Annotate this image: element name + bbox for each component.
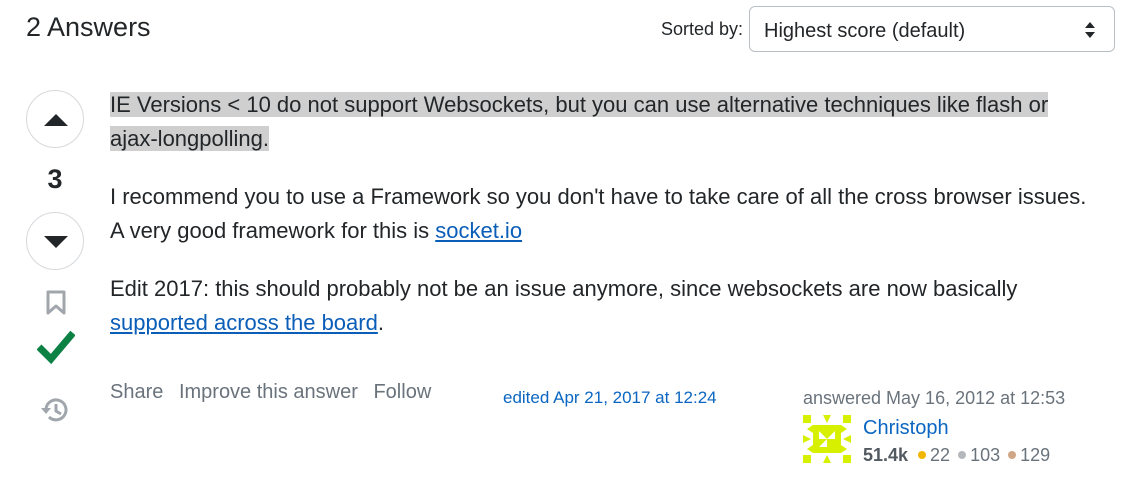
history-icon[interactable] xyxy=(40,395,70,425)
answer-paragraph-3-text: Edit 2017: this should probably not be a… xyxy=(110,276,1018,301)
improve-answer-link[interactable]: Improve this answer xyxy=(179,381,358,403)
answer-paragraph-1: IE Versions < 10 do not support Websocke… xyxy=(110,92,1049,151)
silver-badge-count: 103 xyxy=(970,445,1001,465)
checkmark-icon xyxy=(37,330,75,365)
post-actions: Share Improve this answer Follow xyxy=(110,381,441,404)
answer-paragraph-3-end: . xyxy=(377,310,384,335)
share-link[interactable]: Share xyxy=(110,381,163,403)
user-stats: 51.4k 22 103 129 xyxy=(863,445,1056,466)
answer-body: IE Versions < 10 do not support Websocke… xyxy=(110,88,1090,364)
upvote-button[interactable] xyxy=(26,90,84,148)
sort-arrows-icon xyxy=(1085,22,1095,38)
gold-badge-icon xyxy=(918,451,927,460)
edited-timestamp[interactable]: edited Apr 21, 2017 at 12:24 xyxy=(503,388,717,408)
answer-paragraph-2-text: I recommend you to use a Framework so yo… xyxy=(110,184,1087,243)
downvote-button[interactable] xyxy=(26,212,84,270)
bronze-badge-count: 129 xyxy=(1020,445,1051,465)
sort-label: Sorted by: xyxy=(661,19,744,39)
socketio-link[interactable]: socket.io xyxy=(435,218,522,243)
supported-link[interactable]: supported across the board xyxy=(110,310,378,335)
answer-paragraph-2: I recommend you to use a Framework so yo… xyxy=(110,180,1090,248)
follow-link[interactable]: Follow xyxy=(373,381,431,403)
sort-select[interactable]: Highest score (default) xyxy=(749,6,1115,52)
silver-badge-icon xyxy=(958,451,967,460)
avatar[interactable] xyxy=(803,415,851,463)
bookmark-icon[interactable] xyxy=(45,290,67,316)
reputation-score: 51.4k xyxy=(863,445,909,465)
gold-badge-count: 22 xyxy=(930,445,951,465)
triangle-down-icon xyxy=(44,236,68,248)
answered-timestamp: answered May 16, 2012 at 12:53 xyxy=(803,388,1066,408)
vote-count: 3 xyxy=(47,164,63,194)
bronze-badge-icon xyxy=(1008,451,1017,460)
answer-paragraph-3: Edit 2017: this should probably not be a… xyxy=(110,272,1090,340)
sort-select-value: Highest score (default) xyxy=(764,20,966,42)
answers-count-heading: 2 Answers xyxy=(26,12,151,42)
triangle-up-icon xyxy=(44,114,68,126)
user-name-link[interactable]: Christoph xyxy=(863,417,949,440)
